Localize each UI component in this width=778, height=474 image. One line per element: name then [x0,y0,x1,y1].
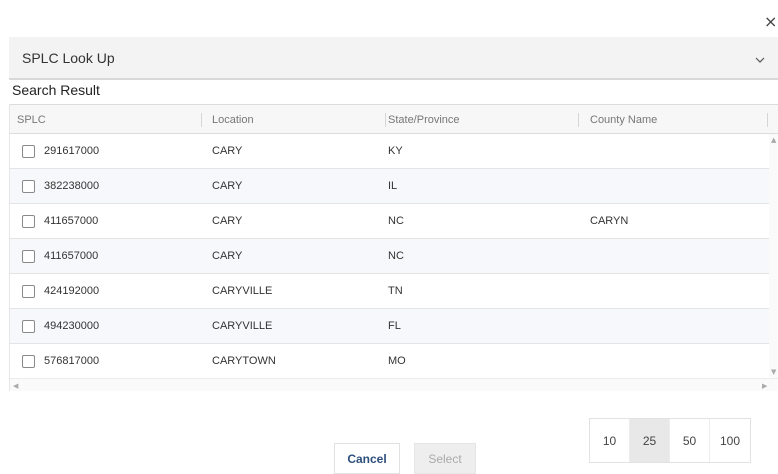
cell-splc: 576817000 [44,355,100,367]
results-grid: SPLC Location State/Province County Name… [9,104,778,391]
scroll-down-icon[interactable]: ▼ [771,368,776,376]
row-checkbox[interactable] [22,145,35,158]
column-divider[interactable] [385,113,386,127]
select-button: Select [414,443,476,474]
grid-header: SPLC Location State/Province County Name [10,105,778,134]
cell-splc: 424192000 [44,285,100,297]
cell-splc: 494230000 [44,320,100,332]
cell-state: KY [388,145,403,157]
cell-splc: 382238000 [44,180,100,192]
table-row[interactable]: 291617000 CARY KY [10,134,769,169]
cell-state: MO [388,355,406,367]
row-checkbox[interactable] [22,355,35,368]
page-size-selector: 10 25 50 100 [589,418,751,463]
cell-location: CARYVILLE [212,320,273,332]
row-checkbox[interactable] [22,250,35,263]
cell-state: TN [388,285,403,297]
cell-state: IL [388,180,398,192]
cell-state: NC [388,215,404,227]
column-header-splc[interactable]: SPLC [17,114,46,126]
search-result-label: Search Result [12,82,100,98]
column-divider[interactable] [578,113,579,127]
column-header-county[interactable]: County Name [590,114,657,126]
close-icon[interactable]: × [764,14,778,30]
cell-splc: 411657000 [44,250,99,262]
row-checkbox[interactable] [22,320,35,333]
panel-header[interactable]: SPLC Look Up [9,37,778,80]
table-row[interactable]: 424192000 CARYVILLE TN [10,274,769,309]
cell-location: CARY [212,215,243,227]
cell-location: CARYTOWN [212,355,276,367]
page-size-25[interactable]: 25 [630,419,670,462]
cell-state: FL [388,320,401,332]
table-row[interactable]: 576817000 CARYTOWN MO [10,344,769,379]
column-header-state[interactable]: State/Province [388,114,460,126]
cell-location: CARY [212,145,243,157]
page-size-10[interactable]: 10 [590,419,630,462]
scroll-up-icon[interactable]: ▲ [771,136,776,144]
cell-location: CARY [212,180,243,192]
column-divider[interactable] [201,113,202,127]
table-row[interactable]: 494230000 CARYVILLE FL [10,309,769,344]
scroll-left-icon[interactable]: ◀ [13,382,18,390]
chevron-down-icon[interactable] [754,54,766,66]
column-header-location[interactable]: Location [212,114,254,126]
cell-splc: 411657000 [44,215,99,227]
panel-title: SPLC Look Up [22,50,115,66]
grid-body: 291617000 CARY KY 382238000 CARY IL 4116… [10,134,769,379]
row-checkbox[interactable] [22,180,35,193]
splc-lookup-dialog: × SPLC Look Up Search Result SPLC Locati… [0,0,778,474]
table-row[interactable]: 411657000 CARY NC [10,239,769,274]
cancel-button[interactable]: Cancel [334,443,400,474]
table-row[interactable]: 411657000 CARY NC CARYN [10,204,769,239]
page-size-50[interactable]: 50 [670,419,710,462]
row-checkbox[interactable] [22,215,35,228]
cell-location: CARY [212,250,243,262]
cell-county: CARYN [590,215,629,227]
column-divider[interactable] [767,113,768,127]
page-size-100[interactable]: 100 [710,419,750,462]
scroll-right-icon[interactable]: ▶ [762,382,767,390]
row-checkbox[interactable] [22,285,35,298]
cell-splc: 291617000 [44,145,100,157]
table-row[interactable]: 382238000 CARY IL [10,169,769,204]
horizontal-scrollbar[interactable]: ◀ ▶ [10,378,778,391]
vertical-scrollbar[interactable]: ▲ ▼ [769,134,778,379]
cell-location: CARYVILLE [212,285,273,297]
cell-state: NC [388,250,404,262]
